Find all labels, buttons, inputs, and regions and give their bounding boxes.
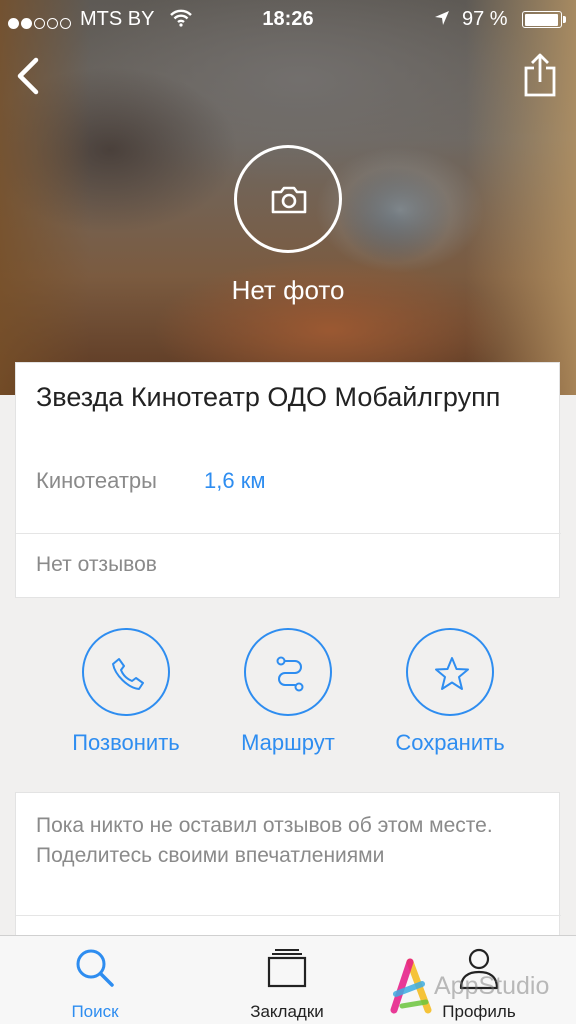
place-distance[interactable]: 1,6 км — [204, 468, 265, 494]
route-button[interactable]: Маршрут — [208, 628, 368, 768]
watermark-text: AppStudio — [434, 972, 550, 1000]
place-title: Звезда Кинотеатр ОДО Мобайлгрупп — [36, 382, 501, 412]
route-circle[interactable] — [244, 628, 332, 716]
bookmarks-icon — [267, 949, 307, 988]
camera-icon — [271, 186, 307, 214]
call-label[interactable]: Позвонить — [46, 730, 206, 756]
tab-bookmarks-label[interactable]: Закладки — [222, 1002, 352, 1022]
place-info-card: Звезда Кинотеатр ОДО Мобайлгрупп Кинотеа… — [15, 362, 561, 598]
call-button[interactable]: Позвонить — [46, 628, 206, 768]
appstudio-logo-icon — [390, 958, 432, 1014]
reviews-prompt-card: Пока никто не оставил отзывов об этом ме… — [15, 792, 561, 942]
route-label[interactable]: Маршрут — [208, 730, 368, 756]
appstudio-watermark: AppStudio — [388, 958, 568, 1018]
search-icon — [76, 949, 114, 987]
phone-icon — [112, 658, 144, 690]
tab-search-label[interactable]: Поиск — [30, 1002, 160, 1022]
no-photo-label: Нет фото — [231, 275, 345, 305]
tab-bookmarks[interactable]: Закладки — [222, 936, 352, 1024]
save-label[interactable]: Сохранить — [370, 730, 530, 756]
hero-shade-right — [466, 0, 576, 395]
battery-icon — [522, 11, 566, 28]
share-icon — [524, 53, 556, 97]
place-category[interactable]: Кинотеатры — [36, 468, 157, 494]
divider — [16, 915, 561, 916]
add-photo-button[interactable] — [234, 145, 342, 253]
reviews-status[interactable]: Нет отзывов — [36, 553, 157, 577]
save-button[interactable]: Сохранить — [370, 628, 530, 768]
star-icon — [435, 657, 469, 690]
battery-percent: 97 % — [462, 8, 508, 30]
share-button[interactable] — [522, 52, 558, 98]
save-circle[interactable] — [406, 628, 494, 716]
location-arrow-icon — [433, 9, 451, 33]
chevron-left-icon — [17, 57, 39, 95]
reviews-prompt-text: Пока никто не оставил отзывов об этом ме… — [36, 814, 493, 867]
tab-search[interactable]: Поиск — [30, 936, 160, 1024]
divider — [16, 533, 561, 534]
route-icon — [276, 656, 304, 692]
call-circle[interactable] — [82, 628, 170, 716]
status-bar: MTS BY 18:26 97 % — [0, 0, 576, 40]
back-button[interactable] — [12, 56, 44, 96]
